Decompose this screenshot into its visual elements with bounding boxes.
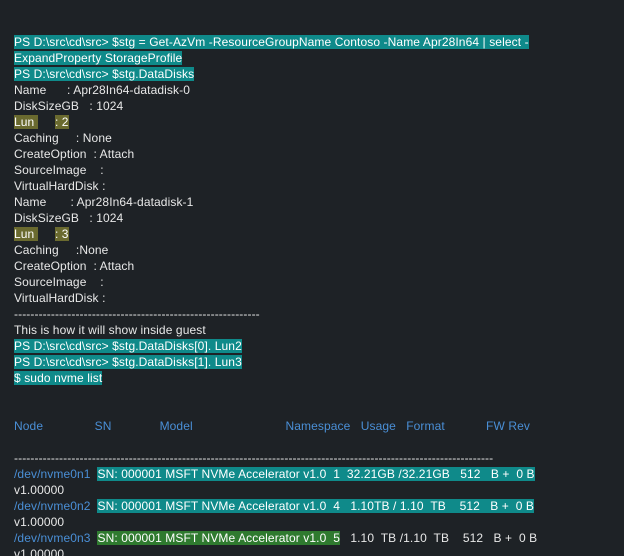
disk1-vhd-value: : (102, 291, 105, 305)
disk1-create-label: CreateOption (14, 259, 87, 273)
disk1-lun-value: : 3 (55, 227, 69, 241)
ps-cmd-getazvm-line2: ExpandProperty StorageProfile (14, 51, 182, 65)
disk0-caching-label: Caching (14, 131, 59, 145)
disk1-srcimg-value: : (100, 275, 103, 289)
disk1-name-value: : Apr28In64-datadisk-1 (70, 195, 193, 209)
row1-node: /dev/nvme0n1 (14, 467, 91, 481)
disk0-size-value: : 1024 (89, 99, 123, 113)
disk1-caching-label: Caching (14, 243, 59, 257)
disk1-vhd-label: VirtualHardDisk (14, 291, 99, 305)
ps-cmd-datadisk0-lun: PS D:\src\cd\src> $stg.DataDisks[0]. Lun… (14, 339, 242, 353)
col-node: Node (14, 419, 43, 433)
col-format: Format (406, 419, 445, 433)
row1-rest: SN: 000001 MSFT NVMe Accelerator v1.0 1 … (97, 467, 534, 481)
disk1-srcimg-label: SourceImage (14, 275, 86, 289)
ps-cmd-datadisks: PS D:\src\cd\src> $stg.DataDisks (14, 67, 194, 81)
row2-rest: SN: 000001 MSFT NVMe Accelerator v1.0 4 … (97, 499, 534, 513)
row3-rest-a: SN: 000001 MSFT NVMe Accelerator v1.0 5 (97, 531, 340, 545)
disk0-create-label: CreateOption (14, 147, 87, 161)
ps-cmd-datadisk1-lun: PS D:\src\cd\src> $stg.DataDisks[1]. Lun… (14, 355, 242, 369)
row3-rest-b: 1.10 TB /1.10 TB 512 B + 0 B (340, 531, 537, 545)
disk0-name-label: Name (14, 83, 46, 97)
disk0-vhd-label: VirtualHardDisk (14, 179, 99, 193)
col-model: Model (160, 419, 193, 433)
row3-node: /dev/nvme0n3 (14, 531, 91, 545)
guest-note: This is how it will show inside guest (14, 323, 206, 337)
ps-cmd-getazvm-line1: PS D:\src\cd\src> $stg = Get-AzVm -Resou… (14, 35, 529, 49)
row2-node: /dev/nvme0n2 (14, 499, 91, 513)
disk1-size-label: DiskSizeGB (14, 211, 79, 225)
disk0-caching-value: : None (76, 131, 112, 145)
disk0-size-label: DiskSizeGB (14, 99, 79, 113)
disk0-name-value: : Apr28In64-datadisk-0 (67, 83, 190, 97)
disk0-srcimg-label: SourceImage (14, 163, 86, 177)
col-fwrev: FW Rev (486, 419, 530, 433)
disk1-lun-label: Lun (14, 227, 38, 241)
divider-short: ----------------------------------------… (14, 307, 260, 321)
disk0-lun-label: Lun (14, 115, 38, 129)
disk1-name-label: Name (14, 195, 46, 209)
row1-fw: v1.00000 (14, 483, 64, 497)
disk0-vhd-value: : (102, 179, 105, 193)
col-sn: SN (95, 419, 112, 433)
disk0-srcimg-value: : (100, 163, 103, 177)
disk1-size-value: : 1024 (89, 211, 123, 225)
disk1-create-value: : Attach (93, 259, 134, 273)
disk0-lun-value: : 2 (55, 115, 69, 129)
col-namespace: Namespace (285, 419, 350, 433)
row3-fw: v1.00000 (14, 547, 64, 556)
disk1-caching-value: :None (76, 243, 109, 257)
disk0-create-value: : Attach (93, 147, 134, 161)
col-usage: Usage (361, 419, 396, 433)
row2-fw: v1.00000 (14, 515, 64, 529)
divider-long: ----------------------------------------… (14, 451, 493, 465)
terminal-output: PS D:\src\cd\src> $stg = Get-AzVm -Resou… (0, 0, 624, 556)
sudo-nvme-list: $ sudo nvme list (14, 371, 102, 385)
